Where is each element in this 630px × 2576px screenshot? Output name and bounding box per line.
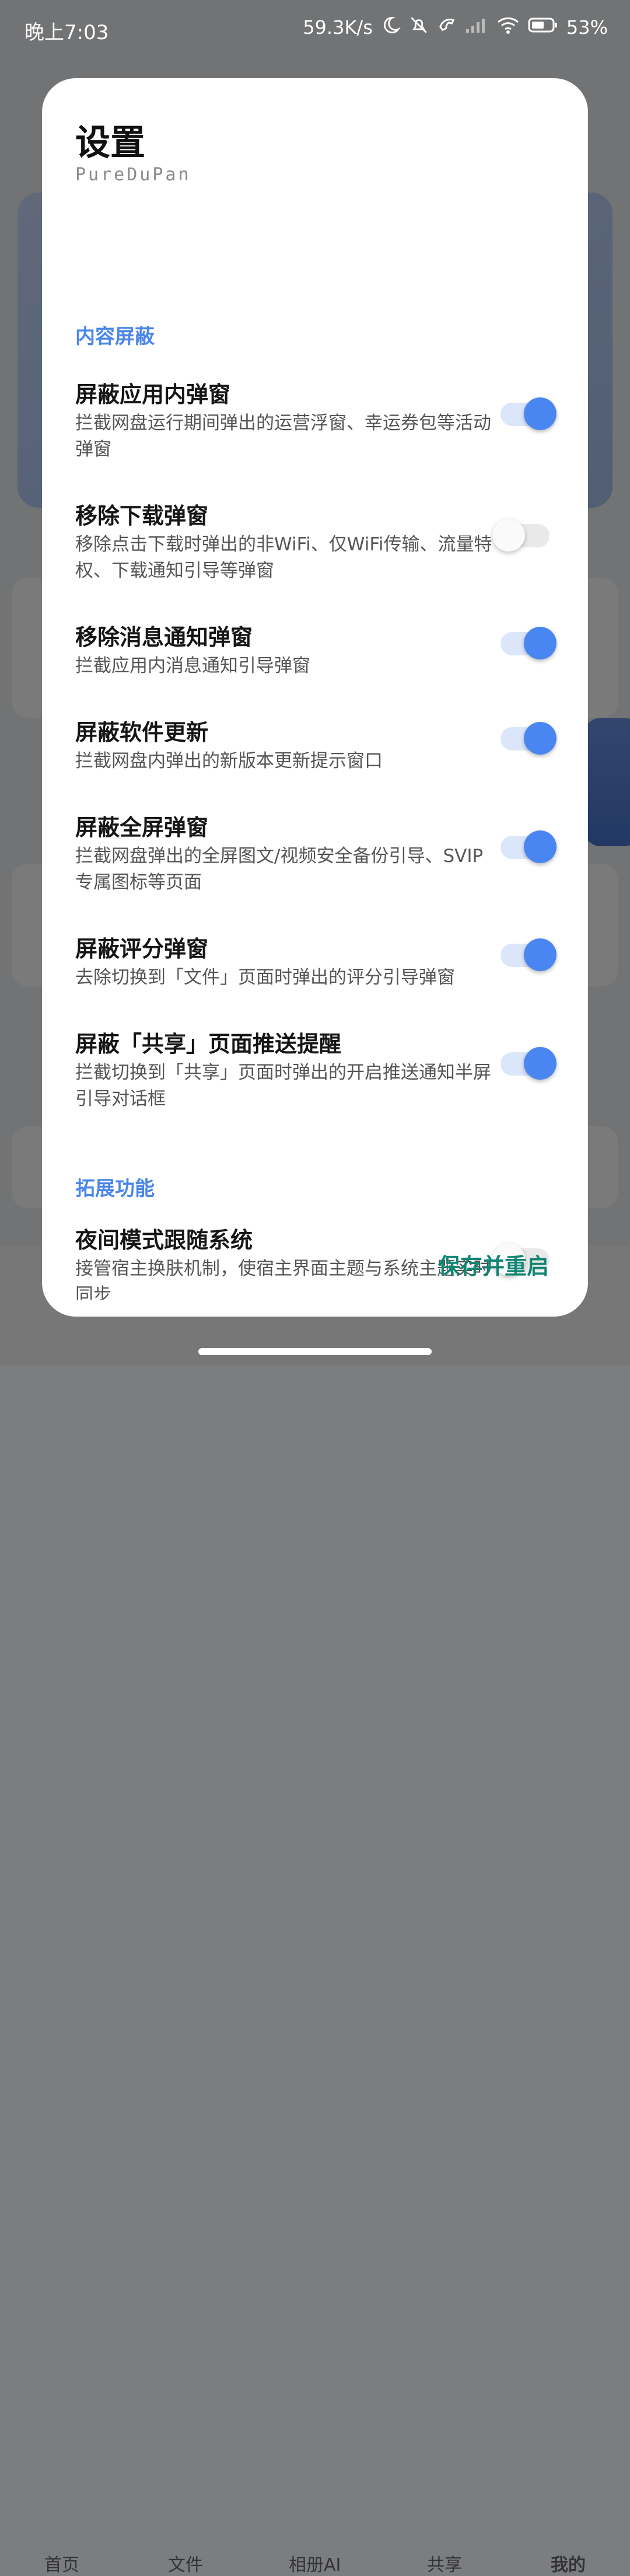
wifi-icon	[496, 16, 520, 39]
setting-desc: 移除点击下载时弹出的非WiFi、仅WiFi传输、流量特权、下载通知引导等弹窗	[75, 534, 492, 581]
toggle-switch[interactable]	[501, 627, 556, 659]
signal-icon	[465, 16, 488, 39]
settings-dialog: 设置 PureDuPan 内容屏蔽 屏蔽应用内弹窗 拦截网盘运行期间弹出的运营浮…	[42, 78, 588, 1317]
toggle-switch[interactable]	[501, 1047, 556, 1080]
tab-share: 共享	[427, 2555, 462, 2575]
status-bar: 晚上7:03 59.3K/s 53%	[0, 0, 630, 58]
setting-desc: 拦截网盘内弹出的新版本更新提示窗口	[75, 751, 383, 772]
setting-desc: 拦截网盘弹出的全屏图文/视频安全备份引导、SVIP专属图标等页面	[75, 846, 484, 893]
tab-me: 我的	[551, 2555, 586, 2575]
section-header-extensions: 拓展功能	[75, 1177, 155, 1200]
moon-icon	[381, 15, 401, 40]
home-indicator[interactable]	[198, 1348, 432, 1355]
status-time: 晚上7:03	[24, 21, 109, 44]
toggle-switch[interactable]	[492, 519, 550, 551]
setting-desc: 拦截切换到「共享」页面时弹出的开启推送通知半屏引导对话框	[75, 1062, 491, 1109]
call-icon	[437, 15, 457, 40]
dialog-title: 设置	[75, 123, 145, 163]
tab-album: 相册AI	[289, 2555, 341, 2575]
setting-title: 屏蔽应用内弹窗	[75, 382, 231, 407]
toggle-switch[interactable]	[501, 830, 556, 863]
battery-percent: 53%	[566, 16, 608, 39]
setting-desc: 去除切换到「文件」页面时弹出的评分引导弹窗	[75, 967, 455, 988]
setting-title: 移除消息通知弹窗	[75, 624, 253, 650]
setting-title: 屏蔽「共享」页面推送提醒	[75, 1031, 342, 1057]
dialog-subtitle: PureDuPan	[75, 165, 191, 185]
toggle-switch[interactable]	[501, 722, 556, 755]
toggle-switch[interactable]	[501, 938, 556, 971]
bell-muted-icon	[409, 15, 429, 40]
setting-desc: 拦截应用内消息通知引导弹窗	[75, 655, 310, 676]
setting-title: 夜间模式跟随系统	[75, 1227, 253, 1253]
setting-title: 移除下载弹窗	[75, 503, 209, 529]
toggle-switch[interactable]	[501, 397, 556, 430]
tab-home: 首页	[44, 2555, 79, 2575]
battery-icon	[528, 16, 558, 39]
tab-files: 文件	[168, 2555, 203, 2575]
setting-desc: 接管宿主换肤机制，使宿主界面主题与系统主题实时同步	[75, 1258, 491, 1300]
save-and-restart-button[interactable]: 保存并重启	[438, 1248, 549, 1280]
setting-desc: 拦截网盘运行期间弹出的运营浮窗、幸运券包等活动弹窗	[75, 413, 491, 460]
network-speed: 59.3K/s	[303, 16, 373, 39]
section-header-content-blocking: 内容屏蔽	[75, 325, 155, 348]
setting-title: 屏蔽全屏弹窗	[75, 815, 209, 840]
setting-title: 屏蔽软件更新	[75, 720, 209, 745]
settings-list[interactable]: 内容屏蔽 屏蔽应用内弹窗 拦截网盘运行期间弹出的运营浮窗、幸运券包等活动弹窗 移…	[42, 227, 588, 1300]
setting-title: 屏蔽评分弹窗	[75, 936, 209, 962]
